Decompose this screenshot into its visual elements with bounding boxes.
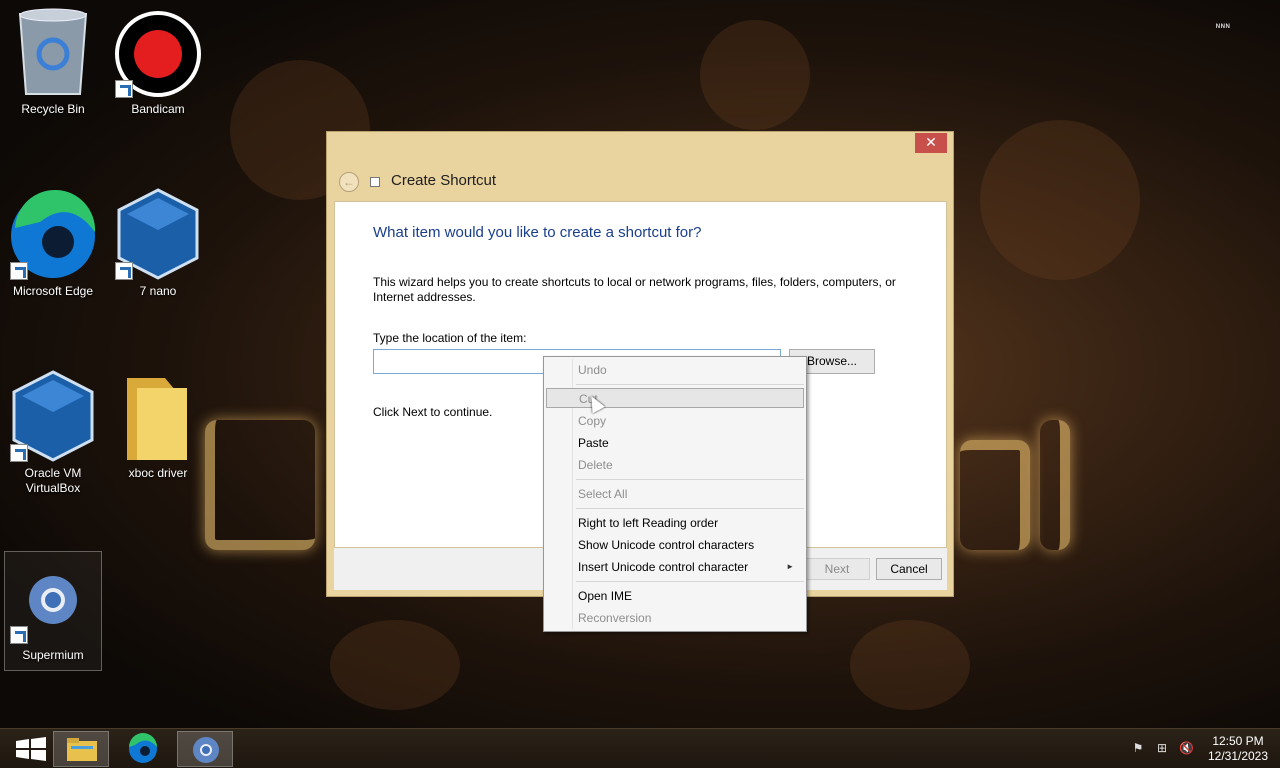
supermium-icon — [193, 737, 219, 763]
icon-label: Oracle VM VirtualBox — [24, 466, 82, 495]
network-icon[interactable]: ⊞ — [1155, 741, 1169, 755]
menu-item-undo[interactable]: Undo — [546, 360, 804, 380]
menu-item-insert-unicode[interactable]: Insert Unicode control character ► — [546, 557, 804, 577]
supermium-icon — [10, 552, 96, 644]
close-button[interactable]: ✕ — [915, 133, 947, 153]
virtualbox-icon — [115, 188, 201, 280]
taskbar-clock[interactable]: 12:50 PM 12/31/2023 — [1200, 734, 1276, 764]
wizard-heading: What item would you like to create a sho… — [373, 224, 702, 241]
menu-item-rtl-reading-order[interactable]: Right to left Reading order — [546, 513, 804, 533]
continue-text: Click Next to continue. — [373, 405, 493, 419]
clock-date: 12/31/2023 — [1207, 749, 1269, 763]
taskbar: ⚑ ⊞ 🔇 12:50 PM 12/31/2023 — [0, 728, 1280, 768]
icon-label: Bandicam — [131, 102, 185, 116]
icon-label: 7 nano — [139, 284, 177, 298]
desktop-icon-bandicam[interactable]: Bandicam — [110, 6, 206, 117]
context-menu: Undo Cut Copy Paste Delete Select All Ri… — [543, 356, 807, 632]
wizard-description: This wizard helps you to create shortcut… — [373, 275, 896, 304]
file-explorer-icon — [67, 738, 97, 761]
bandicam-icon — [115, 6, 201, 98]
icon-label: Supermium — [22, 648, 84, 662]
flag-icon[interactable]: ⚑ — [1131, 741, 1145, 755]
virtualbox-icon — [10, 370, 96, 462]
volume-muted-icon[interactable]: 🔇 — [1179, 741, 1194, 755]
shortcut-icon — [370, 177, 380, 187]
menu-separator — [576, 508, 804, 509]
taskbar-edge[interactable] — [115, 731, 171, 767]
menu-item-open-ime[interactable]: Open IME — [546, 586, 804, 606]
dialog-title: Create Shortcut — [391, 172, 497, 189]
desktop-icon-recycle-bin[interactable]: Recycle Bin — [5, 6, 101, 117]
back-arrow-icon[interactable]: ← — [339, 172, 359, 192]
menu-item-reconversion[interactable]: Reconversion — [546, 608, 804, 628]
desktop-icon-7-nano[interactable]: 7 nano — [110, 188, 206, 299]
submenu-arrow-icon: ► — [786, 562, 794, 571]
shortcut-arrow-icon — [10, 262, 28, 280]
icon-label: Microsoft Edge — [12, 284, 94, 298]
shortcut-arrow-icon — [115, 80, 133, 98]
menu-separator — [576, 479, 804, 480]
folder-icon — [115, 370, 201, 462]
icon-label: xboc driver — [128, 466, 188, 480]
menu-separator — [576, 384, 804, 385]
start-button[interactable] — [4, 731, 60, 767]
menu-item-delete[interactable]: Delete — [546, 455, 804, 475]
desktop-icon-microsoft-edge[interactable]: Microsoft Edge — [5, 188, 101, 299]
next-button[interactable]: Next — [804, 558, 870, 580]
recycle-bin-icon — [10, 6, 96, 98]
edge-icon — [129, 733, 157, 763]
location-label: Type the location of the item: — [373, 331, 527, 345]
menu-item-label: Insert Unicode control character — [578, 560, 749, 574]
shortcut-arrow-icon — [10, 444, 28, 462]
menu-item-copy[interactable]: Copy — [546, 411, 804, 431]
menu-item-select-all[interactable]: Select All — [546, 484, 804, 504]
clock-time: 12:50 PM — [1212, 734, 1264, 748]
menu-item-paste[interactable]: Paste — [546, 433, 804, 453]
shortcut-arrow-icon — [115, 262, 133, 280]
taskbar-supermium[interactable] — [177, 731, 233, 767]
icon-label: Recycle Bin — [21, 102, 85, 116]
cancel-button[interactable]: Cancel — [876, 558, 942, 580]
corner-logo: ᴺᴺᴺ — [1216, 22, 1231, 32]
edge-icon — [10, 188, 96, 280]
menu-separator — [576, 581, 804, 582]
windows-logo-icon — [16, 737, 46, 761]
desktop-icon-supermium[interactable]: Supermium — [4, 551, 102, 671]
menu-item-show-unicode[interactable]: Show Unicode control characters — [546, 535, 804, 555]
shortcut-arrow-icon — [10, 626, 28, 644]
taskbar-file-explorer[interactable] — [53, 731, 109, 767]
desktop-icon-oracle-vm-virtualbox[interactable]: Oracle VM VirtualBox — [5, 370, 101, 496]
desktop-icon-xboc-driver[interactable]: xboc driver — [110, 370, 206, 481]
